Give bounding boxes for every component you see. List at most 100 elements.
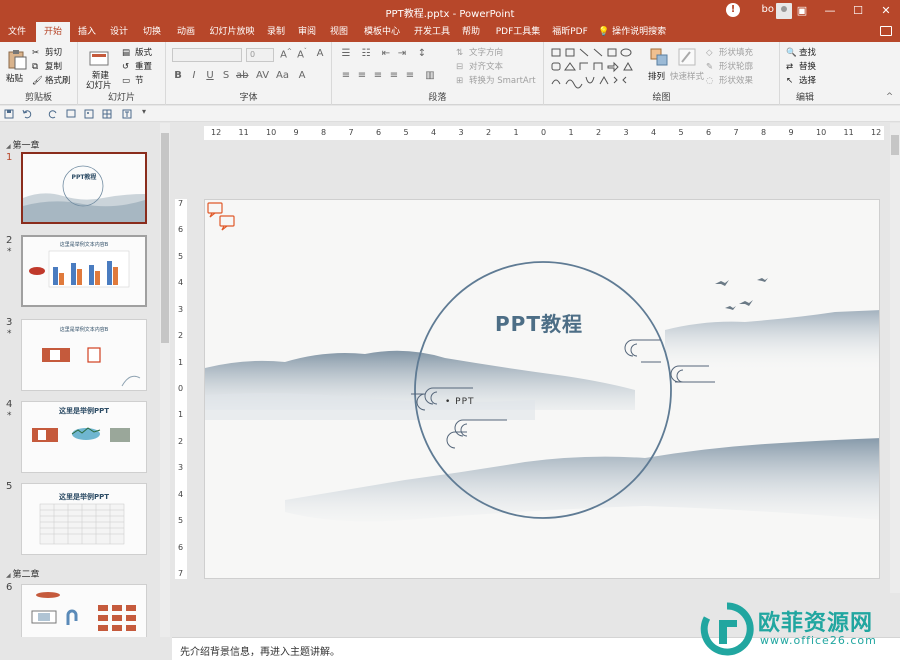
maximize-icon[interactable]: ☐	[850, 3, 866, 19]
replace-button[interactable]: ⇄ 替换	[786, 60, 816, 73]
paint-bucket-icon: ◇	[706, 47, 713, 58]
select-button[interactable]: ↖ 选择	[786, 74, 816, 87]
shadow-icon[interactable]: S	[220, 70, 232, 81]
tab-animations[interactable]: 动画	[170, 22, 202, 42]
thumbnail-scroll-thumb[interactable]	[161, 133, 169, 343]
tab-foxit-pdf[interactable]: 福昕PDF	[548, 22, 592, 42]
ruler-tick-label: 2	[486, 128, 492, 137]
slide-thumb-3[interactable]: 这里是举例文本内容B	[21, 319, 147, 391]
smartart-button[interactable]: ⊞ 转换为 SmartArt	[456, 74, 536, 87]
find-button[interactable]: 🔍 查找	[786, 46, 816, 59]
avatar[interactable]	[776, 3, 792, 19]
quick-styles-button[interactable]: 快速样式	[670, 70, 704, 82]
tab-design[interactable]: 设计	[104, 22, 134, 42]
slide-thumb-1[interactable]: PPT教程	[21, 152, 147, 224]
slide-thumb-4[interactable]: 这里是举例PPT	[21, 401, 147, 473]
slide-thumb-5[interactable]: 这里是举例PPT	[21, 483, 147, 555]
justify-icon[interactable]: ≡	[388, 70, 400, 81]
font-color-icon[interactable]: A	[296, 70, 308, 81]
copy-button[interactable]: ⧉ 复制	[32, 60, 62, 73]
tab-transitions[interactable]: 切换	[136, 22, 168, 42]
section-header-1[interactable]: 第一章	[6, 138, 40, 151]
arrange-button[interactable]: 排列	[648, 70, 665, 82]
italic-icon[interactable]: I	[188, 70, 200, 81]
tab-template-center[interactable]: 模板中心	[356, 22, 408, 42]
distributed-icon[interactable]: ≡	[404, 70, 416, 81]
clear-format-icon[interactable]: A	[314, 48, 326, 59]
text-box-icon[interactable]	[122, 109, 132, 119]
present-icon[interactable]	[66, 109, 76, 119]
shape-outline-button[interactable]: ✎ 形状轮廓	[706, 60, 753, 73]
increase-indent-icon[interactable]: ⇥	[396, 48, 408, 59]
strikethrough-icon[interactable]: ab	[236, 70, 248, 81]
tab-view[interactable]: 视图	[324, 22, 354, 42]
thumbnail-scrollbar[interactable]	[160, 123, 170, 637]
tab-file[interactable]: 文件	[2, 22, 32, 42]
reset-button[interactable]: ↺ 重置	[122, 60, 152, 73]
tab-home[interactable]: 开始	[36, 22, 70, 42]
tab-developer[interactable]: 开发工具	[410, 22, 454, 42]
slide-bullet[interactable]: • PPT	[445, 397, 475, 407]
increase-font-icon[interactable]: A^	[280, 48, 292, 60]
minimize-icon[interactable]: —	[822, 3, 838, 19]
quick-styles-icon[interactable]	[676, 46, 698, 68]
editor-scroll-thumb[interactable]	[891, 135, 899, 155]
tab-slideshow[interactable]: 幻灯片放映	[204, 22, 260, 42]
tell-me-search[interactable]: 💡 操作说明搜索	[598, 22, 678, 42]
tab-review[interactable]: 审阅	[292, 22, 322, 42]
undo-icon[interactable]	[22, 109, 32, 119]
font-size-combo[interactable]: 0	[246, 48, 274, 62]
slide-title[interactable]: PPT教程	[495, 308, 583, 337]
underline-icon[interactable]: U	[204, 70, 216, 81]
picture-icon[interactable]	[84, 109, 94, 119]
new-slide-icon[interactable]	[88, 48, 110, 70]
format-painter-button[interactable]: 🖌 格式刷	[32, 74, 71, 87]
bullets-icon[interactable]: ☰	[340, 48, 352, 59]
decrease-indent-icon[interactable]: ⇤	[380, 48, 392, 59]
columns-icon[interactable]: ▥	[424, 70, 436, 81]
customize-qat-icon[interactable]: ▾	[142, 107, 152, 117]
layout-button[interactable]: ▤ 版式	[122, 46, 152, 59]
editor-scrollbar[interactable]	[890, 123, 900, 593]
slide-canvas[interactable]: PPT教程 • PPT	[204, 199, 880, 579]
align-text-button[interactable]: ⊟ 对齐文本	[456, 60, 503, 73]
collapse-ribbon-icon[interactable]: ^	[886, 92, 893, 102]
numbering-icon[interactable]: ☷	[360, 48, 372, 59]
change-case-icon[interactable]: Aa	[276, 70, 289, 81]
vertical-ruler[interactable]: 7 6 5 4 3 2 1 0 1 2 3 4 5 6 7	[175, 199, 187, 579]
comment-icon[interactable]	[880, 26, 892, 36]
font-name-combo[interactable]	[172, 48, 242, 62]
redo-icon[interactable]	[48, 109, 58, 119]
tab-pdf-tools[interactable]: PDF工具集	[490, 22, 546, 42]
save-icon[interactable]	[4, 109, 14, 119]
slide-thumb-6[interactable]	[21, 584, 147, 637]
section-button[interactable]: ▭ 节	[122, 74, 144, 87]
align-left-icon[interactable]: ≡	[340, 70, 352, 81]
arrange-icon[interactable]	[648, 46, 670, 68]
line-spacing-icon[interactable]: ↕	[416, 48, 428, 59]
paste-button[interactable]: 粘贴	[6, 72, 23, 84]
close-icon[interactable]: ✕	[878, 3, 894, 19]
shape-effects-button[interactable]: ◌ 形状效果	[706, 74, 753, 87]
ribbon-display-icon[interactable]: ▣	[794, 3, 810, 19]
cut-button[interactable]: ✂ 剪切	[32, 46, 62, 59]
align-center-icon[interactable]: ≡	[356, 70, 368, 81]
table-icon[interactable]	[102, 109, 112, 119]
align-right-icon[interactable]: ≡	[372, 70, 384, 81]
slide-thumb-2[interactable]: 这里是举例文本内容B	[21, 235, 147, 307]
tab-insert[interactable]: 插入	[72, 22, 102, 42]
horizontal-ruler[interactable]: 12 11 10 9 8 7 6 5 4 3 2 1 0 1 2 3 4 5 6 7 8 9 10 11 12	[204, 126, 884, 140]
user-name[interactable]: bo	[762, 4, 774, 15]
tab-record[interactable]: 录制	[262, 22, 290, 42]
warning-icon[interactable]: !	[726, 3, 740, 17]
bold-icon[interactable]: B	[172, 70, 184, 81]
shape-fill-button[interactable]: ◇ 形状填充	[706, 46, 753, 59]
char-spacing-icon[interactable]: AV	[256, 70, 269, 81]
paste-icon[interactable]	[6, 48, 28, 70]
notes-text[interactable]: 先介绍背景信息，再进入主题讲解。	[180, 643, 340, 658]
text-direction-button[interactable]: ⇅ 文字方向	[456, 46, 503, 59]
section-header-2[interactable]: 第二章	[6, 567, 40, 580]
decrease-font-icon[interactable]: Aˇ	[296, 48, 308, 60]
shapes-gallery[interactable]	[550, 46, 642, 90]
tab-help[interactable]: 帮助	[456, 22, 486, 42]
